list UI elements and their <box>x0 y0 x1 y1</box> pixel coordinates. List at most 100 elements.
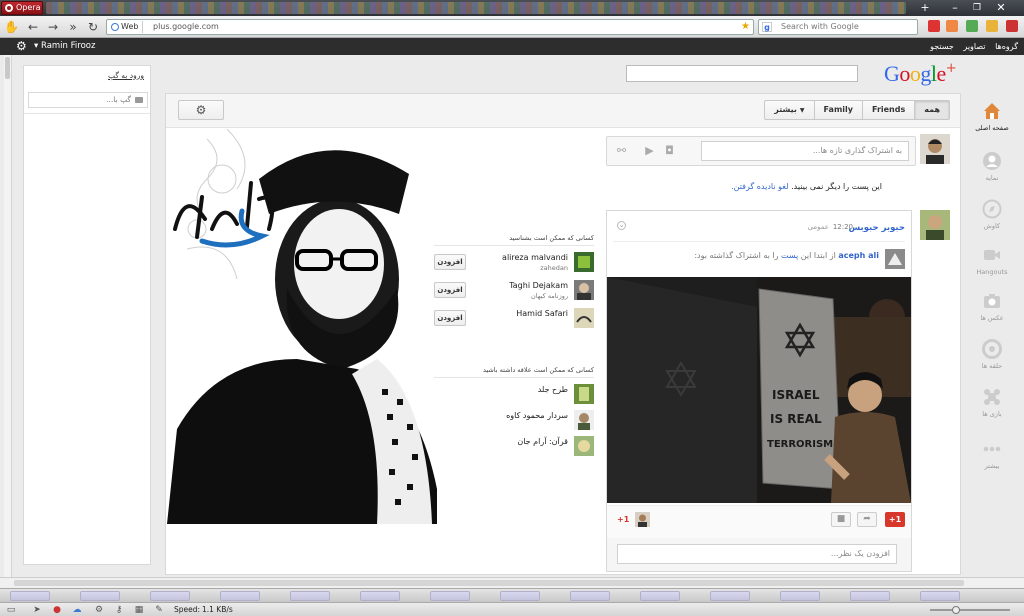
avatar[interactable] <box>574 410 594 430</box>
new-tab-icon[interactable]: + <box>918 1 932 15</box>
tab-thumbnail[interactable] <box>640 591 680 601</box>
post-menu-icon[interactable]: ⌄ <box>617 221 626 230</box>
tab-family[interactable]: Family <box>814 100 863 120</box>
left-scrollbar[interactable] <box>4 55 12 577</box>
unite-icon[interactable]: ➤ <box>32 605 42 615</box>
chat-search-input[interactable]: گپ با... <box>28 92 148 108</box>
reshare-post-link[interactable]: پست <box>781 251 798 260</box>
interest-name[interactable]: طرح جلد <box>538 385 568 394</box>
tab-thumbnail[interactable] <box>220 591 260 601</box>
hangout-video-icon[interactable]: ■ <box>831 512 851 527</box>
opera-menu-button[interactable]: Opera <box>1 1 43 15</box>
post-author-avatar[interactable] <box>920 210 950 240</box>
tab-friends[interactable]: Friends <box>862 100 916 120</box>
stream-settings-button[interactable]: ⚙ <box>178 100 224 120</box>
tab-more[interactable]: بیشتر ▼ <box>764 100 815 120</box>
bookmark-star-icon[interactable]: ★ <box>741 20 750 34</box>
gplus-search-input[interactable] <box>626 65 858 82</box>
tab-thumbnail[interactable] <box>780 591 820 601</box>
address-field[interactable]: Web plus.google.com ★ <box>106 19 754 35</box>
adblock-icon[interactable] <box>928 20 940 32</box>
nav-explore[interactable]: کاوش <box>966 199 1018 243</box>
tab-all[interactable]: همه <box>915 100 950 120</box>
user-name[interactable]: ▾ Ramin Firooz <box>34 38 95 55</box>
close-window-icon[interactable]: ✕ <box>994 1 1008 15</box>
back-icon[interactable]: ← <box>26 20 40 34</box>
zoom-slider[interactable] <box>930 609 1010 611</box>
tools-icon[interactable]: ✎ <box>154 605 164 615</box>
plus-one-button[interactable]: +1 <box>885 512 905 527</box>
nav-more[interactable]: بیشتر <box>966 439 1018 483</box>
download-icon[interactable] <box>966 20 978 32</box>
minimize-icon[interactable]: – <box>948 1 962 15</box>
horizontal-scrollbar[interactable] <box>0 577 1024 588</box>
gbar-link-images[interactable]: تصاویر <box>963 42 985 51</box>
camera-icon[interactable]: ◘ <box>663 145 676 156</box>
share-arrow-icon[interactable]: ➦ <box>857 512 877 527</box>
tab-thumbnail[interactable] <box>10 591 50 601</box>
avatar[interactable] <box>574 252 594 272</box>
post-author[interactable]: حبوبر حبوبس <box>849 223 906 233</box>
tab-thumbnail[interactable] <box>920 591 960 601</box>
mail-icon[interactable] <box>986 20 998 32</box>
suggestion-name[interactable]: Hamid Safari <box>516 309 568 318</box>
video-icon[interactable]: ▶ <box>643 145 656 156</box>
tab-thumbnail[interactable] <box>150 591 190 601</box>
add-button[interactable]: افزودن <box>434 310 466 326</box>
post-visibility[interactable]: عمومی <box>808 223 829 231</box>
reload-icon[interactable]: ↻ <box>86 20 100 34</box>
tab-thumbnail[interactable] <box>710 591 750 601</box>
avatar[interactable] <box>635 512 650 527</box>
nav-profile[interactable]: نمایه <box>966 151 1018 195</box>
extension-icon[interactable] <box>946 20 958 32</box>
my-avatar[interactable] <box>920 134 950 164</box>
undo-hide-link[interactable]: لغو نادیده گرفتن. <box>731 182 788 191</box>
cloud-icon[interactable]: ☁ <box>72 605 82 615</box>
tab-thumbnail[interactable] <box>80 591 120 601</box>
search-field[interactable]: g Search with Google <box>758 19 918 35</box>
site-badge[interactable]: Web <box>109 21 144 33</box>
plus-one-count[interactable]: +1 <box>617 515 629 524</box>
tab-thumbnail[interactable] <box>850 591 890 601</box>
avatar[interactable] <box>574 436 594 456</box>
opera-link-icon[interactable]: ● <box>52 605 62 615</box>
share-input[interactable]: به اشتراک گذاری تازه ها... <box>701 141 909 161</box>
google-plus-logo[interactable]: Google+ <box>884 61 957 87</box>
comment-input[interactable]: افزودن یک نظر... <box>617 544 897 564</box>
interest-name[interactable]: سردار محمود کاوه <box>506 411 568 420</box>
post-photo[interactable]: ISRAEL IS REAL TERRORISM <box>607 277 911 503</box>
add-button[interactable]: افزودن <box>434 282 466 298</box>
tab-thumbnail[interactable] <box>430 591 470 601</box>
nav-circles[interactable]: حلقه ها <box>966 339 1018 383</box>
forward-icon[interactable]: → <box>46 20 60 34</box>
tab-thumbnail[interactable] <box>360 591 400 601</box>
gbar-link-groups[interactable]: گروه‌ها <box>995 42 1018 51</box>
avatar[interactable] <box>885 249 905 269</box>
chat-signin-link[interactable]: ورود به گپ <box>108 71 144 80</box>
fast-forward-icon[interactable]: » <box>66 20 80 34</box>
nav-photos[interactable]: عکس ها <box>966 291 1018 335</box>
tab-thumbnail[interactable] <box>290 591 330 601</box>
panel-toggle-icon[interactable]: ▭ <box>6 605 16 615</box>
nav-games[interactable]: بازی ها <box>966 387 1018 431</box>
turbo-icon[interactable]: ⚙ <box>94 605 104 615</box>
key-icon[interactable]: ⚷ <box>114 605 124 615</box>
nav-home[interactable]: صفحه اصلی <box>966 101 1018 145</box>
reshare-author[interactable]: aceph ali <box>838 251 879 260</box>
images-toggle-icon[interactable]: ▦ <box>134 605 144 615</box>
gbar-link-search[interactable]: جستجو <box>930 42 954 51</box>
panels-icon[interactable]: ✋ <box>4 20 19 34</box>
avatar[interactable] <box>574 384 594 404</box>
tab-strip[interactable] <box>46 2 906 14</box>
interest-name[interactable]: قرآن: آرام جان <box>517 437 568 446</box>
avatar[interactable] <box>574 280 594 300</box>
opera-button-icon[interactable] <box>1006 20 1018 32</box>
tab-thumbnail[interactable] <box>500 591 540 601</box>
restore-icon[interactable]: ❐ <box>970 1 984 15</box>
suggestion-name[interactable]: Taghi Dejakam <box>509 281 568 290</box>
suggestion-name[interactable]: alireza malvandi <box>502 253 568 262</box>
add-button[interactable]: افزودن <box>434 254 466 270</box>
tab-thumbnail[interactable] <box>570 591 610 601</box>
zoom-slider-handle[interactable] <box>952 606 960 614</box>
gear-icon[interactable]: ⚙ <box>16 40 28 52</box>
